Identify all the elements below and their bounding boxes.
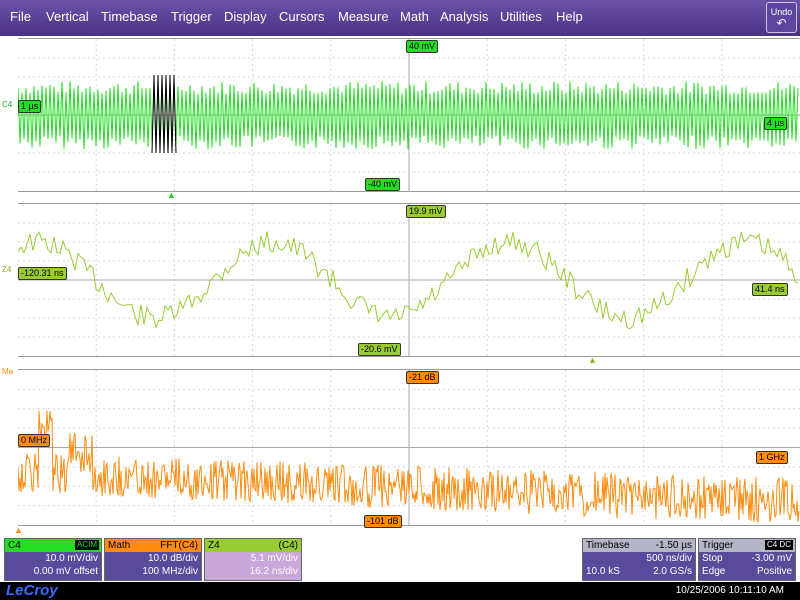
menu-utilities[interactable]: Utilities (500, 9, 542, 24)
timebase-title: Timebase (586, 540, 630, 551)
grid3-bottom-label: -101 dB (364, 515, 402, 528)
c4-trace-highlight (151, 74, 177, 154)
grid3-svg (18, 370, 800, 525)
status-bar: LeCroy 10/25/2006 10:11:10 AM (0, 582, 800, 600)
menu-analysis[interactable]: Analysis (440, 9, 488, 24)
undo-button[interactable]: Undo ↶ (766, 2, 797, 33)
grid1-bottom-label: -40 mV (365, 178, 401, 191)
trigger-mode: Stop (702, 553, 723, 564)
grid2-top-label: 19.9 mV (406, 205, 446, 218)
grid2-svg (18, 204, 800, 356)
trigger-descriptor[interactable]: Trigger C4 DC Stop -3.00 mV Edge Positiv… (698, 538, 796, 581)
grid2-channel-label: Z4 (2, 265, 12, 274)
grid3-top-label: -21 dB (406, 371, 439, 384)
menu-measure[interactable]: Measure (338, 9, 389, 24)
menu-math[interactable]: Math (400, 9, 429, 24)
z4-descriptor[interactable]: Z4 (C4) 5.1 mV/div 16.2 ns/div (204, 538, 302, 581)
grid-c4[interactable]: 40 mV -40 mV 1 µs 4 µs (18, 38, 800, 192)
graticule (18, 204, 800, 356)
menu-bar: File Vertical Timebase Trigger Display C… (0, 0, 800, 36)
menu-trigger[interactable]: Trigger (171, 9, 212, 24)
math-vdiv: 10.0 dB/div (147, 553, 198, 564)
timebase-descriptor[interactable]: Timebase -1.50 µs 500 ns/div 10.0 kS 2.0… (582, 538, 696, 581)
trigger-slope: Positive (756, 566, 792, 577)
math-hdiv: 100 MHz/div (142, 566, 198, 577)
timebase-tdiv: 500 ns/div (646, 553, 692, 564)
zoom-position-marker-icon[interactable]: ▲ (588, 355, 597, 365)
math-function: FFT(C4) (160, 540, 198, 551)
timebase-samples: 10.0 kS (586, 566, 620, 577)
grid2-left-label: -120.31 ns (18, 267, 67, 280)
timebase-sample-rate: 2.0 GS/s (653, 566, 692, 577)
menu-file[interactable]: File (10, 9, 31, 24)
c4-offset: 0.00 mV offset (33, 566, 98, 577)
datetime: 10/25/2006 10:11:10 AM (675, 585, 784, 596)
math-descriptor-name: Math (108, 540, 131, 551)
timebase-delay: -1.50 µs (655, 540, 692, 551)
c4-coupling-badge: ACIM (75, 540, 99, 550)
grid1-svg (18, 39, 800, 191)
grid1-left-label: 1 µs (18, 100, 42, 113)
trigger-position-marker-icon[interactable]: ▲ (167, 190, 176, 200)
grid2-right-label: 41.4 ns (752, 283, 788, 296)
grid1-channel-label: C4 (2, 100, 13, 109)
menu-timebase[interactable]: Timebase (101, 9, 158, 24)
c4-vdiv: 10.0 mV/div (45, 553, 98, 564)
c4-descriptor[interactable]: C4 ACIM 10.0 mV/div 0.00 mV offset (4, 538, 102, 581)
lecroy-logo: LeCroy (6, 582, 58, 599)
menu-display[interactable]: Display (224, 9, 267, 24)
grid-z4[interactable]: 19.9 mV -20.6 mV -120.31 ns 41.4 ns (18, 203, 800, 357)
undo-arrow-icon: ↶ (776, 16, 787, 30)
grid2-bottom-label: -20.6 mV (358, 343, 401, 356)
menu-cursors[interactable]: Cursors (279, 9, 325, 24)
menu-help[interactable]: Help (556, 9, 583, 24)
c4-descriptor-name: C4 (8, 540, 21, 551)
math-descriptor[interactable]: Math FFT(C4) 10.0 dB/div 100 MHz/div (104, 538, 202, 581)
trigger-level: -3.00 mV (751, 553, 792, 564)
grid-math-fft[interactable]: -21 dB -101 dB 0 MHz 1 GHz (18, 369, 800, 528)
trigger-title: Trigger (702, 540, 734, 551)
menu-vertical[interactable]: Vertical (46, 9, 89, 24)
z4-source: (C4) (278, 540, 298, 551)
trigger-source-badge: C4 DC (764, 540, 793, 550)
grid3-right-label: 1 GHz (756, 451, 788, 464)
grid3-left-label: 0 MHz (18, 434, 51, 447)
grid1-top-label: 40 mV (406, 40, 439, 53)
z4-hdiv: 16.2 ns/div (249, 566, 298, 577)
grid3-channel-label: Ma (2, 367, 14, 376)
trigger-type: Edge (702, 566, 726, 577)
z4-descriptor-name: Z4 (208, 540, 220, 551)
fft-start-marker-icon[interactable]: ▲ (14, 525, 23, 535)
graticule (18, 370, 800, 525)
z4-vdiv: 5.1 mV/div (250, 553, 298, 564)
grid1-right-label: 4 µs (764, 117, 788, 130)
